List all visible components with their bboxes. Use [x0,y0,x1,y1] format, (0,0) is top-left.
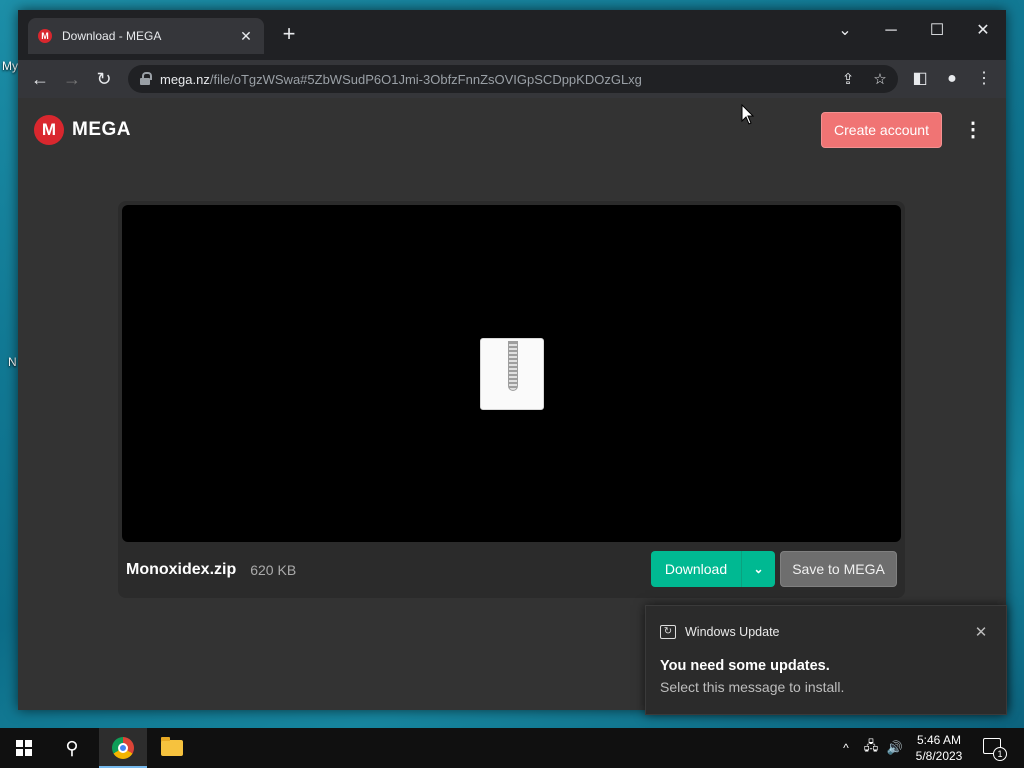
windows-update-icon: ↻ [660,625,676,639]
file-preview-card: Monoxidex.zip 620 KB Download ⌄ Save to … [118,201,905,598]
network-icon[interactable]: 🖧 [860,728,882,768]
download-options-chevron-icon[interactable]: ⌄ [742,562,775,576]
close-window-button[interactable]: ✕ [960,16,1006,46]
taskbar-chrome[interactable] [99,728,147,768]
browser-toolbar: ← → ↻ mega.nz/file/oTgzWSwa#5ZbWSudP6O1J… [18,60,1006,98]
toast-header: ↻ Windows Update [660,625,780,639]
mega-logo-text: MEGA [72,119,131,140]
show-hidden-icons-chevron-icon[interactable]: ^ [836,728,856,768]
file-name: Monoxidex.zip [126,561,237,578]
share-icon[interactable]: ⇪ [838,70,858,88]
lock-icon[interactable] [140,72,152,86]
new-tab-button[interactable]: + [278,23,300,45]
zip-file-icon [480,338,544,410]
reload-icon[interactable]: ↻ [92,67,116,91]
bookmark-star-icon[interactable]: ☆ [870,70,890,88]
windows-logo-icon [16,740,32,756]
url-path: /file/oTgzWSwa#5ZbWSudP6O1Jmi-3ObfzFnnZs… [209,71,642,87]
address-bar[interactable]: mega.nz/file/oTgzWSwa#5ZbWSudP6O1Jmi-3Ob… [128,65,898,93]
desktop-icon-label[interactable]: N [8,355,17,369]
taskbar: ⚲ ^ 🖧 🔊 5:46 AM 5/8/2023 1 [0,728,1024,768]
browser-menu-icon[interactable]: ⋮ [972,67,996,91]
side-panel-icon[interactable]: ◧ [908,67,932,91]
tab-title: Download - MEGA [62,29,162,43]
maximize-button[interactable]: ☐ [914,16,960,46]
save-to-mega-button[interactable]: Save to MEGA [780,551,897,587]
url-host: mega.nz [160,71,210,87]
toast-body: Select this message to install. [660,679,845,695]
toast-title: You need some updates. [660,658,830,674]
chrome-icon [112,737,134,759]
clock-date: 5/8/2023 [915,749,963,763]
tab-mega-download[interactable]: M Download - MEGA ✕ [28,18,264,54]
windows-update-toast[interactable]: ↻ Windows Update ✕ You need some updates… [645,605,1007,715]
forward-arrow-icon[interactable]: → [60,67,84,91]
desktop-icon-label[interactable]: My [2,59,18,73]
download-button-label[interactable]: Download [651,561,741,577]
create-account-button[interactable]: Create account [821,112,942,148]
tab-close-icon[interactable]: ✕ [238,28,254,45]
volume-icon[interactable]: 🔊 [884,728,906,768]
search-icon[interactable]: ⚲ [48,728,96,768]
taskbar-file-explorer[interactable] [148,728,196,768]
clock-time: 5:46 AM [916,733,962,747]
notification-count-badge: 1 [993,747,1007,761]
toast-close-icon[interactable]: ✕ [971,623,991,641]
mega-favicon-icon: M [38,29,52,43]
minimize-button[interactable]: ─ [868,16,914,46]
back-arrow-icon[interactable]: ← [28,67,52,91]
tab-search-chevron-icon[interactable]: ⌄ [822,16,868,46]
tab-strip: M Download - MEGA ✕ + ⌄ ─ ☐ ✕ [18,10,1006,60]
file-explorer-icon [161,737,183,756]
file-info-bar: Monoxidex.zip 620 KB Download ⌄ Save to … [118,542,905,598]
file-size: 620 KB [250,562,297,578]
clock[interactable]: 5:46 AM 5/8/2023 [908,728,970,768]
zipper-icon [508,341,518,391]
mouse-cursor-icon [741,104,755,125]
file-preview-area [122,205,901,542]
mega-logo-icon: M [34,115,64,145]
page-menu-icon[interactable]: ⋮ [963,118,983,142]
profile-icon[interactable]: ● [940,67,964,91]
mega-logo[interactable]: M MEGA [34,115,131,145]
download-button[interactable]: Download ⌄ [651,551,775,587]
toast-app-name: Windows Update [685,625,780,639]
start-button[interactable] [0,728,48,768]
